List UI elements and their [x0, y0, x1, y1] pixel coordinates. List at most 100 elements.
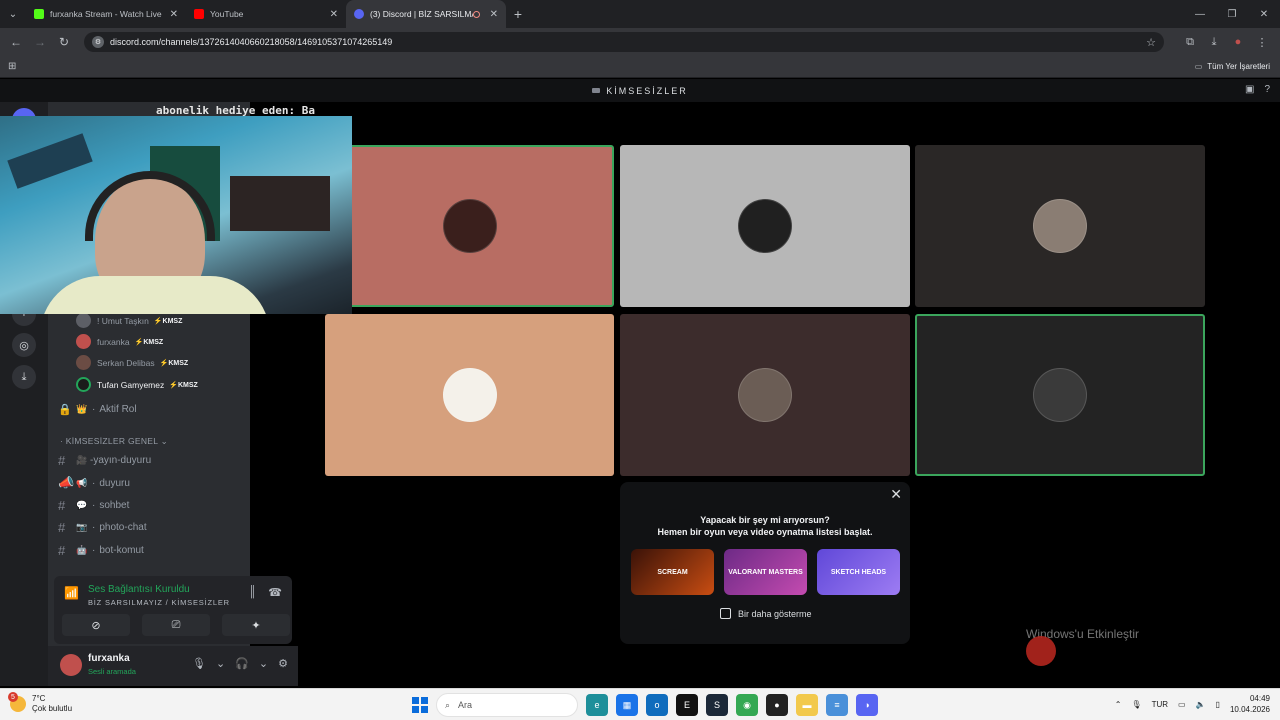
activities-button[interactable]: ✦	[222, 614, 290, 636]
all-bookmarks-button[interactable]: ▭ Tüm Yer İşaretleri	[1195, 62, 1270, 71]
minimize-icon[interactable]: —	[1184, 0, 1216, 28]
outlook-icon[interactable]: o	[646, 694, 668, 716]
discord-taskbar-icon[interactable]: ◑	[856, 694, 878, 716]
all-bookmarks-label: Tüm Yer İşaretleri	[1207, 62, 1270, 71]
chevron-up-icon[interactable]: ⌃	[1115, 700, 1122, 709]
video-tile[interactable]	[915, 145, 1205, 307]
restore-icon[interactable]: ❐	[1216, 0, 1248, 28]
video-tile[interactable]	[325, 314, 614, 476]
microphone-icon[interactable]: 🎙	[192, 657, 206, 670]
voice-member[interactable]: Serkan Delibas ⚡KMSZ	[76, 355, 188, 370]
reload-icon[interactable]: ↻	[52, 35, 76, 49]
member-tag: ⚡KMSZ	[169, 381, 198, 389]
close-icon[interactable]: ✕	[890, 486, 902, 503]
menu-icon[interactable]: ⋮	[1250, 36, 1274, 49]
dont-show-again-checkbox[interactable]: Bir daha gösterme	[720, 608, 812, 619]
search-placeholder: Ara	[458, 700, 473, 710]
extensions-icon[interactable]: ⧉	[1178, 36, 1202, 49]
category-header[interactable]: · KİMSESİZLER GENEL ⌄	[60, 436, 168, 447]
chevron-down-icon[interactable]: ⌄	[216, 657, 225, 670]
screen-share-button[interactable]: ⎚	[142, 614, 210, 636]
close-icon[interactable]: ✕	[170, 9, 178, 20]
participant-avatar	[738, 368, 792, 422]
channel-aktif-rol[interactable]: 🔒 👑 · Aktif Rol	[58, 403, 137, 416]
tab-search-icon[interactable]: ⌄	[0, 0, 26, 28]
tab-kick[interactable]: furxanka Stream - Watch Live o ✕	[26, 0, 186, 28]
url-field[interactable]: ⚙ discord.com/channels/13726140406602180…	[84, 32, 1164, 52]
apps-grid-icon[interactable]: ⊞	[8, 61, 16, 72]
video-tile[interactable]	[620, 145, 910, 307]
video-tile[interactable]	[620, 314, 910, 476]
headphones-icon[interactable]: 🎧	[235, 657, 249, 670]
download-apps-icon[interactable]: ⤓	[12, 365, 36, 389]
channel-item[interactable]: # 💬 · sohbet	[58, 498, 129, 513]
language-indicator[interactable]: TUR	[1152, 700, 1168, 709]
channel-emoji-icon: 🤖	[76, 545, 88, 555]
checkbox-box	[720, 608, 731, 619]
address-bar-row: ← → ↻ ⚙ discord.com/channels/13726140406…	[0, 28, 1280, 56]
video-tile[interactable]	[325, 145, 614, 307]
chrome-icon[interactable]: ◉	[736, 694, 758, 716]
channel-name: -yayın-duyuru	[90, 455, 152, 466]
game-thumb-valorant[interactable]: VALORANT MASTERS	[724, 549, 807, 595]
chevron-down-icon[interactable]: ⌄	[259, 657, 268, 670]
member-tag: ⚡KMSZ	[159, 359, 189, 367]
noise-suppression-icon[interactable]: ║	[249, 586, 257, 599]
voice-member[interactable]: ! Umut Taşkın ⚡KMSZ	[76, 313, 182, 328]
tab-youtube[interactable]: YouTube ✕	[186, 0, 346, 28]
file-explorer-icon[interactable]: ▬	[796, 694, 818, 716]
weather-widget[interactable]: 5 7°C Çok bulutlu	[8, 692, 72, 714]
video-tile[interactable]	[915, 314, 1205, 476]
voice-member[interactable]: furxanka ⚡KMSZ	[76, 334, 163, 349]
start-button[interactable]	[412, 697, 428, 713]
notepad-icon[interactable]: ≡	[826, 694, 848, 716]
edge-icon[interactable]: e	[586, 694, 608, 716]
volume-icon[interactable]: 🔈	[1196, 700, 1206, 709]
game-thumb-scream[interactable]: SCREAM	[631, 549, 714, 595]
bookmark-star-icon[interactable]: ☆	[1146, 36, 1156, 49]
tab-discord[interactable]: (3) Discord | BİZ SARSILMA ✕	[346, 0, 506, 28]
mic-tray-icon[interactable]: 🎙	[1131, 700, 1141, 709]
taskbar-search[interactable]: ⌕ Ara	[436, 693, 578, 717]
inbox-icon[interactable]: ▣	[1245, 84, 1254, 95]
close-window-icon[interactable]: ✕	[1248, 0, 1280, 28]
close-icon[interactable]: ✕	[490, 9, 498, 20]
user-avatar[interactable]	[60, 654, 82, 676]
close-icon[interactable]: ✕	[330, 9, 338, 20]
avatar	[76, 334, 91, 349]
member-name: Tufan Gamyemez	[97, 379, 165, 390]
profile-avatar[interactable]: ●	[1226, 36, 1250, 49]
camera-off-button[interactable]: ⊘	[62, 614, 130, 636]
channel-item[interactable]: # 🎥 -yayın-duyuru	[58, 453, 151, 468]
obs-icon[interactable]: ●	[766, 694, 788, 716]
hash-icon: #	[58, 453, 66, 468]
new-tab-button[interactable]: +	[506, 6, 530, 22]
epic-games-icon[interactable]: E	[676, 694, 698, 716]
discover-icon[interactable]: ◎	[12, 333, 36, 357]
help-icon[interactable]: ?	[1264, 84, 1270, 95]
disconnect-icon[interactable]: ☎	[268, 586, 282, 599]
channel-item[interactable]: # 🤖 · bot-komut	[58, 543, 144, 558]
voice-location[interactable]: BİZ SARSILMAYIZ / KİMSESİZLER	[88, 598, 230, 607]
channel-emoji-icon: 🎥	[76, 455, 88, 465]
url-text: discord.com/channels/1372614040660218058…	[110, 37, 393, 47]
clock[interactable]: 04:49 10.04.2026	[1230, 693, 1270, 715]
voice-member[interactable]: Tufan Gamyemez ⚡KMSZ	[76, 377, 198, 392]
settings-gear-icon[interactable]: ⚙	[278, 657, 288, 670]
battery-icon[interactable]: ▯	[1216, 700, 1220, 709]
steam-icon[interactable]: S	[706, 694, 728, 716]
network-icon[interactable]: ▭	[1178, 700, 1186, 709]
tab-title: YouTube	[210, 9, 244, 19]
forward-icon[interactable]: →	[28, 35, 52, 49]
channel-name: sohbet	[99, 500, 130, 511]
game-thumb-sketch-heads[interactable]: SKETCH HEADS	[817, 549, 900, 595]
user-name[interactable]: furxanka	[88, 653, 130, 664]
participant-avatar	[442, 199, 497, 253]
download-icon[interactable]: ⤓	[1202, 36, 1226, 49]
channel-name: Aktif Rol	[99, 404, 137, 415]
store-icon[interactable]: ▦	[616, 694, 638, 716]
channel-item[interactable]: # 📷 · photo-chat	[58, 520, 147, 535]
channel-item[interactable]: 📣 📢 · duyuru	[58, 475, 130, 491]
site-info-icon[interactable]: ⚙	[92, 36, 104, 48]
back-icon[interactable]: ←	[4, 35, 28, 49]
